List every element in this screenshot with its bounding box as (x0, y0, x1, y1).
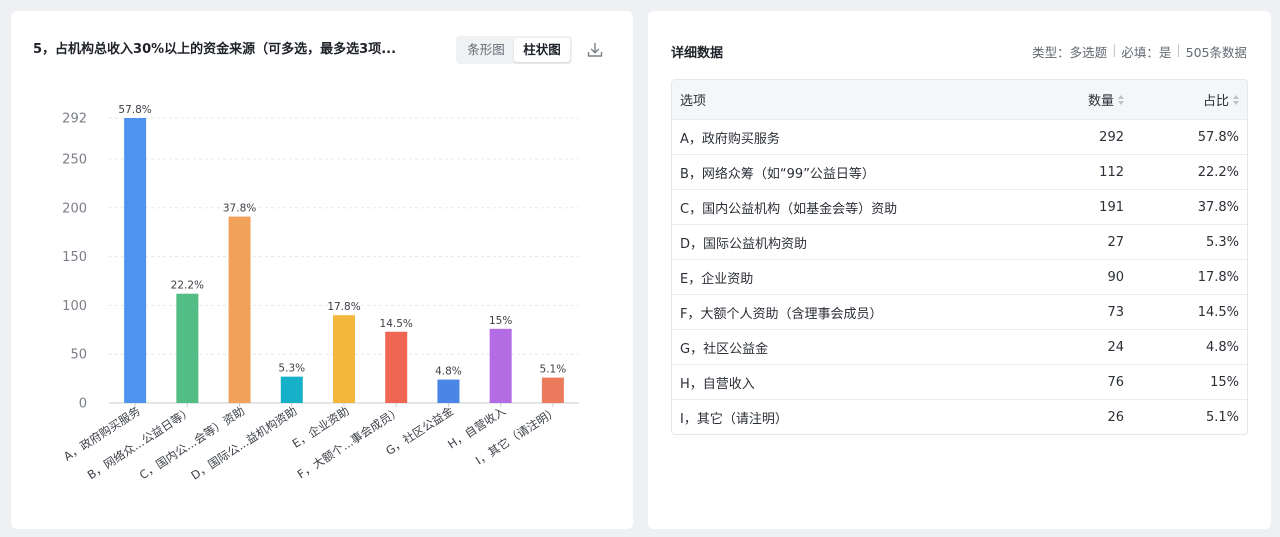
row-ratio: 14.5% (1197, 304, 1239, 320)
bar-chart: 05010015020025029257.8%A，政府购买服务22.2%B，网络… (61, 104, 579, 483)
row-ratio: 22.2% (1197, 164, 1239, 180)
row-option: F，大额个人资助（含理事会成员） (680, 306, 883, 322)
bar (333, 315, 355, 403)
y-tick-label: 0 (79, 397, 87, 412)
row-count: 191 (1099, 199, 1124, 215)
bar (437, 379, 460, 403)
bar (280, 376, 303, 403)
download-icon[interactable] (585, 40, 605, 60)
row-count: 27 (1107, 234, 1124, 250)
table-row: C，国内公益机构（如基金会等）资助 191 37.8% (672, 189, 1247, 224)
table-row: G，社区公益金 24 4.8% (672, 329, 1247, 364)
row-count: 26 (1107, 409, 1124, 425)
data-label: 4.8% (435, 366, 462, 378)
y-tick-label: 100 (62, 299, 87, 314)
row-option: D，国际公益机构资助 (680, 236, 808, 252)
header-ratio-label: 占比 (1202, 94, 1229, 109)
row-count: 24 (1107, 339, 1124, 355)
row-option: H，自营收入 (680, 376, 755, 392)
row-ratio: 57.8% (1197, 129, 1239, 145)
row-ratio: 15% (1210, 374, 1239, 390)
table-row: B，网络众筹（如“99”公益日等） 112 22.2% (672, 154, 1247, 189)
detail-title: 详细数据 (671, 46, 724, 61)
required-flag: 必填：是 (1121, 45, 1172, 60)
row-option: B，网络众筹（如“99”公益日等） (680, 166, 875, 182)
data-label: 14.5% (380, 318, 413, 330)
question-meta: 类型：多选题 | 必填：是 | 505条数据 (1032, 42, 1247, 61)
bar (228, 216, 251, 403)
response-count: 505条数据 (1185, 45, 1247, 60)
header-ratio[interactable]: 占比 (1124, 90, 1247, 109)
data-label: 5.1% (540, 364, 567, 376)
row-option: A，政府购买服务 (680, 131, 780, 147)
y-tick-label: 200 (62, 201, 87, 216)
table-row: D，国际公益机构资助 27 5.3% (672, 224, 1247, 259)
row-ratio: 4.8% (1205, 339, 1239, 355)
table-row: A，政府购买服务 292 57.8% (672, 119, 1247, 154)
row-ratio: 17.8% (1197, 269, 1239, 285)
header-count-label: 数量 (1087, 94, 1114, 109)
detail-table: 选项 数量 占比 A，政府购买服务 292 57.8% B，网络众筹（如“99”公益日… (671, 79, 1248, 435)
chart-type-toggle: 条形图 柱状图 (456, 36, 572, 64)
meta-separator: | (1176, 42, 1181, 57)
y-tick-label: 292 (62, 112, 87, 127)
chart-card: 0 50 100 150 200 250 292 57.8% A，政府购买服务 22.2% B，网络… (11, 11, 633, 529)
row-count: 112 (1099, 164, 1124, 180)
header-count[interactable]: 数量 (1032, 90, 1124, 109)
row-count: 76 (1107, 374, 1124, 390)
y-tick-label: 150 (62, 250, 87, 265)
data-label: 17.8% (327, 301, 360, 313)
row-ratio: 37.8% (1197, 199, 1239, 215)
row-ratio: 5.1% (1205, 409, 1239, 425)
y-tick-label: 250 (62, 152, 87, 167)
data-label: 37.8% (223, 203, 256, 215)
row-ratio: 5.3% (1205, 234, 1239, 250)
sort-icon[interactable] (1233, 94, 1239, 105)
row-option: C，国内公益机构（如基金会等）资助 (680, 201, 898, 217)
row-count: 90 (1107, 269, 1124, 285)
chart-title: 5，占机构总收入30%以上的资金来源（可多选，最多选3项... (33, 42, 397, 57)
row-option: I，其它（请注明） (680, 411, 788, 427)
meta-separator: | (1112, 42, 1117, 57)
detail-card: 详细数据 类型：多选题 | 必填：是 | 505条数据 选项 数量 占比 A，政… (648, 11, 1271, 529)
row-count: 73 (1107, 304, 1124, 320)
bar (489, 328, 512, 403)
bar (176, 293, 199, 403)
table-row: I，其它（请注明） 26 5.1% (672, 399, 1247, 434)
data-label: 15% (489, 315, 512, 327)
bar (124, 118, 147, 403)
table-body: A，政府购买服务 292 57.8% B，网络众筹（如“99”公益日等） 112 22.2… (672, 119, 1247, 434)
data-label: 57.8% (118, 104, 151, 116)
y-tick-label: 50 (70, 348, 87, 363)
column-chart-tab[interactable]: 柱状图 (514, 38, 570, 62)
bar (385, 331, 408, 403)
data-label: 22.2% (171, 280, 204, 292)
table-row: H，自营收入 76 15% (672, 364, 1247, 399)
bar (541, 377, 564, 403)
table-row: E，企业资助 90 17.8% (672, 259, 1247, 294)
row-count: 292 (1099, 129, 1124, 145)
table-header: 选项 数量 占比 (672, 80, 1247, 119)
bar-chart-tab[interactable]: 条形图 (458, 38, 514, 62)
table-row: F，大额个人资助（含理事会成员） 73 14.5% (672, 294, 1247, 329)
question-type: 类型：多选题 (1032, 45, 1108, 60)
row-option: G，社区公益金 (680, 341, 769, 357)
data-label: 5.3% (278, 363, 305, 375)
header-option: 选项 (680, 94, 707, 109)
row-option: E，企业资助 (680, 271, 754, 287)
